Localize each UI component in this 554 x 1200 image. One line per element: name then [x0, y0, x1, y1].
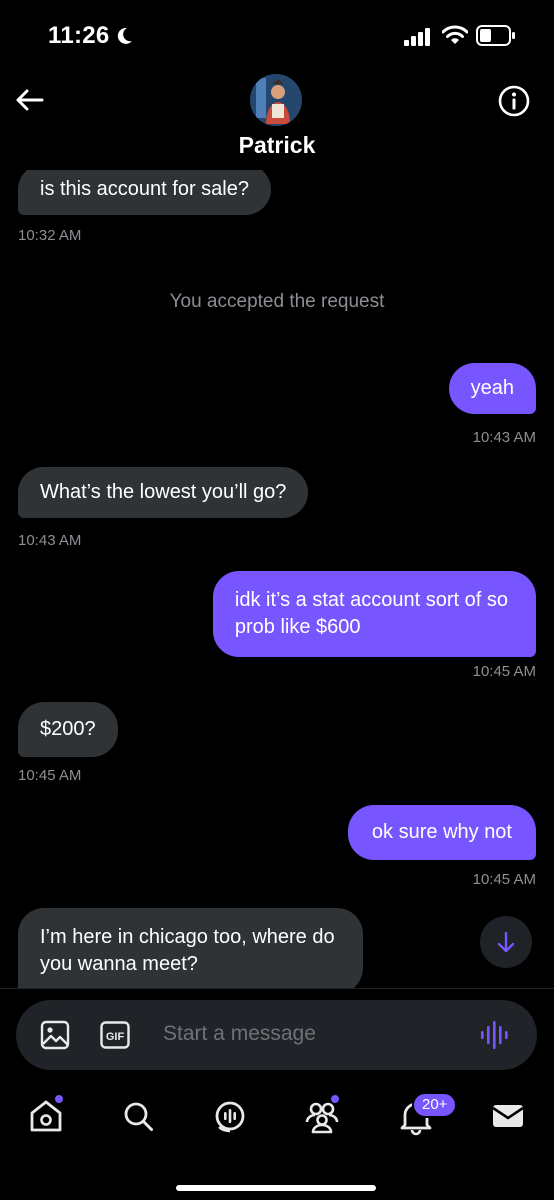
notifications-badge: 20+ — [412, 1092, 458, 1118]
spaces-icon[interactable] — [210, 1096, 250, 1136]
message-bubble-outgoing[interactable]: yeah — [448, 363, 536, 414]
gif-icon[interactable]: GIF — [100, 1021, 130, 1049]
message-bubble-incoming[interactable]: I’m here in chicago too, where do you wa… — [18, 908, 363, 988]
message-list[interactable]: is this account for sale? 10:32 AM You a… — [0, 170, 554, 988]
message-input[interactable]: Start a message — [163, 1022, 316, 1046]
battery-icon — [476, 25, 515, 46]
message-line: I’m here in chicago too, where do — [40, 926, 335, 948]
message-timestamp: 10:45 AM — [18, 767, 82, 784]
message-line: prob like $600 — [234, 616, 361, 638]
message-bubble-incoming[interactable]: $200? — [18, 702, 118, 757]
gif-label: GIF — [106, 1031, 125, 1043]
message-timestamp: 10:32 AM — [18, 227, 82, 244]
messages-icon[interactable] — [488, 1096, 528, 1136]
arrow-down-icon — [497, 931, 515, 953]
conversation-header: Patrick — [0, 62, 554, 170]
message-timestamp: 10:43 AM — [18, 532, 82, 549]
image-icon[interactable] — [40, 1020, 70, 1050]
unread-dot — [330, 1094, 340, 1104]
message-line: idk it’s a stat account sort of so — [234, 589, 508, 611]
search-icon[interactable] — [118, 1096, 158, 1136]
avatar[interactable] — [250, 74, 302, 126]
cellular-signal-icon — [404, 28, 430, 46]
message-timestamp: 10:45 AM — [472, 871, 536, 888]
message-bubble-incoming[interactable]: What’s the lowest you’ll go? — [18, 467, 309, 518]
message-bubble-outgoing[interactable]: idk it’s a stat account sort of so prob … — [212, 571, 536, 657]
message-composer[interactable]: GIF Start a message — [16, 1000, 537, 1070]
bottom-navigation: 20+ — [0, 1080, 554, 1200]
message-bubble-incoming[interactable]: is this account for sale? — [18, 170, 271, 215]
contact-name[interactable]: Patrick — [0, 132, 554, 159]
message-line: you wanna meet? — [40, 953, 198, 975]
wifi-icon — [442, 25, 468, 44]
unread-dot — [54, 1094, 64, 1104]
message-timestamp: 10:45 AM — [472, 663, 536, 680]
composer-divider — [0, 988, 554, 989]
moon-icon — [117, 27, 132, 44]
back-arrow-icon[interactable] — [14, 84, 46, 116]
scroll-to-bottom-button[interactable] — [480, 916, 532, 968]
message-timestamp: 10:43 AM — [472, 429, 536, 446]
voice-message-icon[interactable] — [480, 1020, 512, 1050]
message-bubble-outgoing[interactable]: ok sure why not — [347, 805, 536, 860]
home-indicator — [176, 1185, 376, 1191]
status-time: 11:26 — [48, 22, 110, 49]
info-icon[interactable] — [497, 84, 531, 118]
system-notice: You accepted the request — [169, 291, 385, 312]
